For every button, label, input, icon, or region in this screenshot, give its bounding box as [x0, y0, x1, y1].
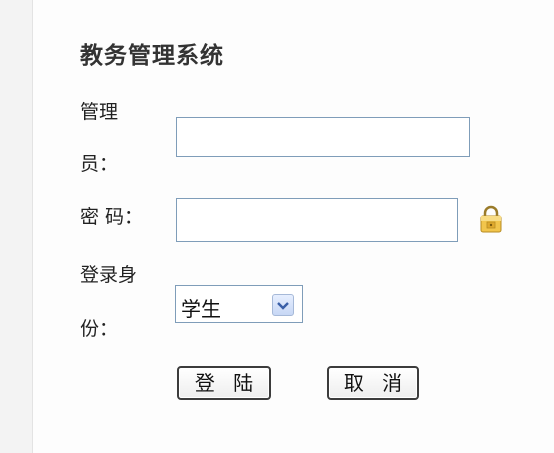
username-label-line1: 管理: [80, 101, 119, 123]
page-title: 教务管理系统: [80, 43, 224, 69]
role-label-line1: 登录身: [80, 264, 138, 286]
role-select-dropdown-button[interactable]: [272, 294, 294, 316]
login-page: 教务管理系统 管理 员： 密 码： 登录身 份： 学生 登 陆 取 消: [0, 0, 554, 453]
cancel-button[interactable]: 取 消: [327, 366, 419, 400]
password-input[interactable]: [176, 198, 458, 242]
chevron-down-icon: [277, 302, 289, 310]
login-button[interactable]: 登 陆: [177, 366, 271, 400]
panel-divider: [32, 0, 33, 453]
lock-icon: [479, 204, 503, 234]
username-label-line2: 员：: [80, 153, 119, 175]
role-select-value: 学生: [181, 297, 221, 321]
role-label-line2: 份：: [80, 318, 119, 340]
username-input[interactable]: [176, 117, 470, 157]
role-select[interactable]: 学生: [175, 285, 303, 323]
password-label: 密 码：: [80, 206, 144, 228]
